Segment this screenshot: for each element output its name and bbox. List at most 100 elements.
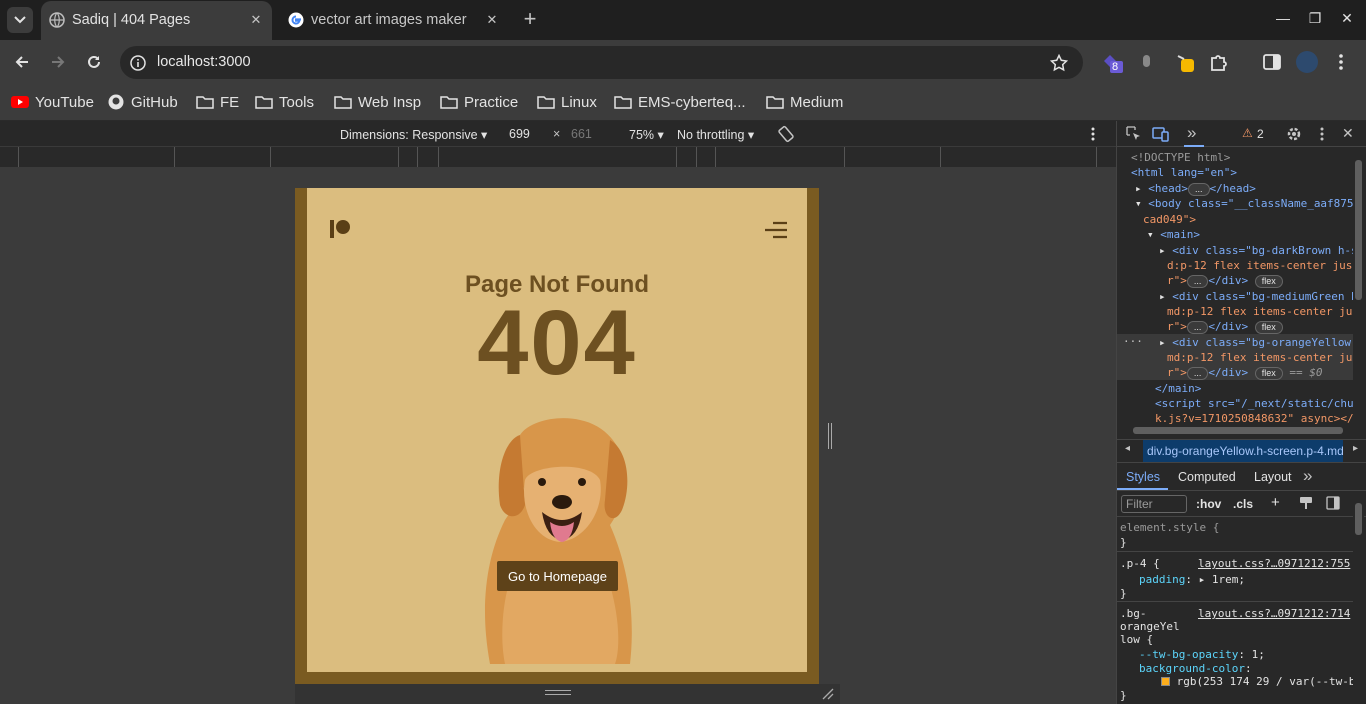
- bg-source-link[interactable]: layout.css?…0971212:714: [1198, 607, 1350, 621]
- bookmark-folder-tools[interactable]: Tools: [255, 91, 314, 113]
- dom-main[interactable]: ▾ <main>: [1147, 227, 1200, 242]
- go-home-button[interactable]: Go to Homepage: [497, 561, 618, 591]
- dom-body[interactable]: ▾ <body class="__className_aaf875: [1135, 196, 1353, 211]
- dom-div-darkbrown[interactable]: ▸ <div class="bg-darkBrown h-s: [1159, 243, 1353, 258]
- breadcrumb-left-arrow[interactable]: ◂: [1125, 443, 1130, 454]
- bookmark-folder-medium[interactable]: Medium: [766, 91, 843, 113]
- breadcrumb-item[interactable]: div.bg-orangeYellow.h-screen.p-4.md: [1143, 440, 1343, 462]
- p4-source-link[interactable]: layout.css?…0971212:755: [1198, 557, 1350, 571]
- throttling-dropdown[interactable]: No throttling ▾: [677, 127, 754, 142]
- tab-layout[interactable]: Layout: [1254, 470, 1292, 484]
- styles-scrollbar[interactable]: [1353, 491, 1364, 704]
- breadcrumb-right-arrow[interactable]: ▸: [1353, 443, 1358, 454]
- back-button[interactable]: [10, 50, 34, 74]
- bg-opacity-declaration[interactable]: --tw-bg-opacity: 1;: [1139, 648, 1265, 662]
- zoom-dropdown[interactable]: 75% ▾: [629, 127, 664, 142]
- more-vert-icon[interactable]: [1330, 51, 1352, 73]
- dom-script[interactable]: <script src="/_next/static/chu: [1155, 396, 1353, 411]
- patreon-logo-icon[interactable]: [329, 218, 351, 240]
- dom-main-close[interactable]: </main>: [1155, 381, 1201, 396]
- extension-badge-icon[interactable]: 8: [1101, 51, 1123, 73]
- bookmark-github[interactable]: GitHub: [107, 91, 178, 113]
- reload-button[interactable]: [82, 50, 106, 74]
- more-panels-icon[interactable]: »: [1187, 123, 1196, 143]
- more-vert-icon[interactable]: [1316, 126, 1328, 142]
- dom-html[interactable]: <html lang="en">: [1131, 165, 1237, 180]
- width-input[interactable]: 699: [509, 127, 530, 141]
- media-query-ruler[interactable]: [0, 147, 1116, 167]
- dom-hscrollbar[interactable]: [1117, 425, 1366, 437]
- forward-button[interactable]: [46, 50, 70, 74]
- bookmark-folder-ems[interactable]: EMS-cyberteq...: [614, 91, 746, 113]
- p4-declaration[interactable]: padding: ▸ 1rem;: [1139, 573, 1245, 587]
- height-input[interactable]: 661: [571, 127, 592, 141]
- bg-selector[interactable]: orangeYel: [1120, 620, 1180, 634]
- inspect-element-icon[interactable]: [1126, 126, 1142, 142]
- tab-inactive[interactable]: vector art images maker ✕: [280, 1, 508, 40]
- extensions-puzzle-icon[interactable]: [1208, 51, 1230, 73]
- flex-badge[interactable]: flex: [1254, 367, 1283, 380]
- maximize-icon[interactable]: ❐: [1305, 10, 1325, 30]
- resize-handle-right[interactable]: [819, 188, 840, 684]
- more-tabs-icon[interactable]: »: [1303, 466, 1312, 486]
- tab-styles[interactable]: Styles: [1126, 470, 1160, 484]
- bg-prop: background-color: [1139, 662, 1245, 675]
- bookmark-folder-linux[interactable]: Linux: [537, 91, 597, 113]
- star-icon[interactable]: [1050, 54, 1068, 72]
- dom-div-close: </div>: [1208, 274, 1249, 287]
- dom-row-menu-icon[interactable]: ···: [1123, 334, 1143, 349]
- close-window-icon[interactable]: ✕: [1337, 10, 1357, 30]
- side-panel-icon[interactable]: [1261, 51, 1283, 73]
- cls-toggle[interactable]: .cls: [1233, 497, 1253, 511]
- resize-corner-icon[interactable]: [822, 688, 834, 700]
- dom-head-close: </head>: [1209, 182, 1256, 195]
- bookmark-youtube[interactable]: YouTube: [11, 91, 94, 113]
- resize-handle-bottom[interactable]: [295, 684, 840, 704]
- minimize-icon[interactable]: —: [1273, 10, 1293, 30]
- bg-selector[interactable]: .bg-: [1120, 607, 1147, 621]
- bookmark-folder-web-insp[interactable]: Web Insp: [334, 91, 421, 113]
- new-tab-button[interactable]: +: [520, 8, 540, 30]
- folder-icon: [334, 96, 352, 109]
- extension-yellow-icon[interactable]: [1175, 51, 1197, 73]
- add-rule-icon[interactable]: +: [1271, 494, 1280, 511]
- dom-scrollbar[interactable]: [1353, 148, 1364, 433]
- dimensions-dropdown[interactable]: Dimensions: Responsive ▾: [340, 127, 487, 142]
- flex-badge[interactable]: flex: [1254, 275, 1283, 288]
- bg-color-declaration[interactable]: background-color:: [1139, 662, 1252, 676]
- filter-input[interactable]: Filter: [1121, 495, 1187, 513]
- dom-div-mediumgreen-open: <div class="bg-mediumGreen h: [1172, 290, 1353, 303]
- tab-computed[interactable]: Computed: [1178, 470, 1236, 484]
- element-style-rule[interactable]: element.style {: [1120, 521, 1219, 535]
- rotate-icon[interactable]: [777, 125, 795, 143]
- bookmark-folder-fe[interactable]: FE: [196, 91, 239, 113]
- paint-icon[interactable]: [1299, 496, 1313, 510]
- extension-mouse-icon[interactable]: [1137, 51, 1159, 73]
- gear-icon[interactable]: [1286, 126, 1302, 142]
- times-symbol: ×: [553, 127, 561, 141]
- close-tab-icon[interactable]: ✕: [484, 12, 500, 28]
- bookmark-folder-practice[interactable]: Practice: [440, 91, 518, 113]
- dom-div-orangeyellow[interactable]: ▸ <div class="bg-orangeYellow: [1159, 335, 1351, 350]
- dom-tree[interactable]: <!DOCTYPE html> <html lang="en"> ▸ <head…: [1117, 148, 1353, 433]
- bg-selector[interactable]: low {: [1120, 633, 1153, 647]
- sidebar-toggle-icon[interactable]: [1326, 496, 1340, 510]
- device-toggle-icon[interactable]: [1152, 126, 1170, 142]
- site-info-icon[interactable]: [130, 55, 146, 71]
- profile-avatar[interactable]: [1296, 51, 1318, 73]
- warning-icon[interactable]: ⚠: [1242, 126, 1253, 140]
- dom-ellipsis: ...: [1188, 183, 1210, 196]
- color-swatch[interactable]: [1161, 677, 1170, 686]
- dom-div-mediumgreen[interactable]: ▸ <div class="bg-mediumGreen h: [1159, 289, 1353, 304]
- tab-search-button[interactable]: [7, 7, 33, 33]
- close-devtools-icon[interactable]: ✕: [1342, 125, 1354, 142]
- menu-icon[interactable]: [765, 220, 787, 240]
- dom-head[interactable]: ▸ <head>... </head>: [1135, 181, 1256, 196]
- tab-active[interactable]: Sadiq | 404 Pages ✕: [41, 1, 272, 40]
- address-bar[interactable]: localhost:3000: [120, 46, 1083, 79]
- p4-selector[interactable]: .p-4 {: [1120, 557, 1160, 571]
- hov-toggle[interactable]: :hov: [1196, 497, 1221, 511]
- close-tab-icon[interactable]: ✕: [248, 12, 264, 28]
- flex-badge[interactable]: flex: [1254, 321, 1283, 334]
- more-vert-icon[interactable]: [1086, 126, 1100, 142]
